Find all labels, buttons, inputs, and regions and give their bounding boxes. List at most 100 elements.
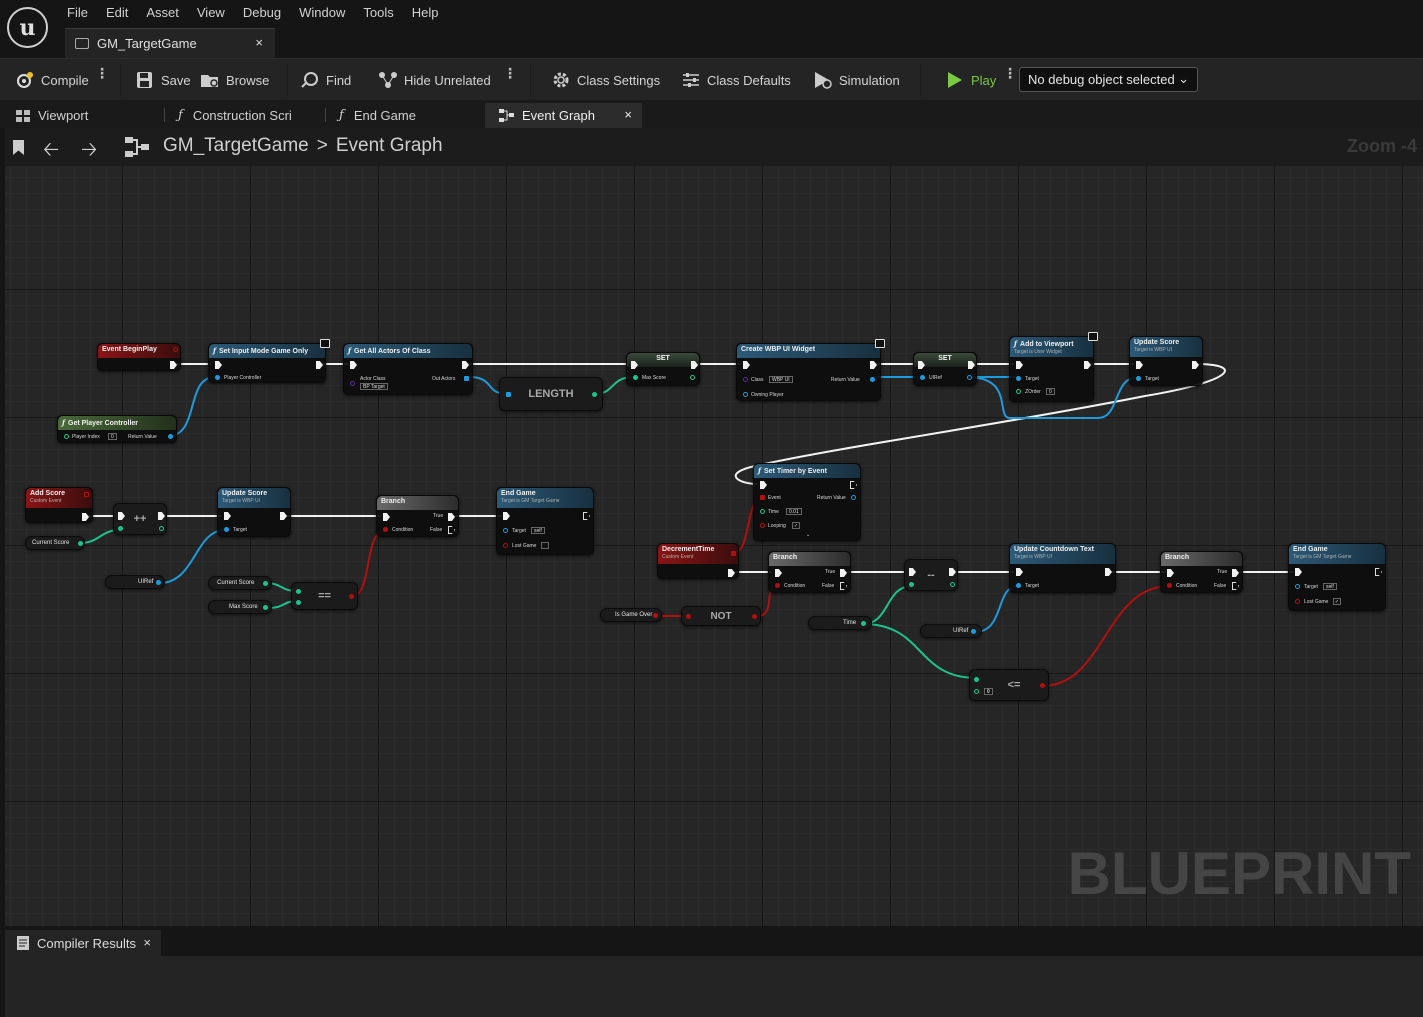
play-options-icon[interactable]: ⋮ [1003, 66, 1017, 80]
breadcrumb-leaf[interactable]: Event Graph [336, 135, 443, 157]
add-to-viewport-node[interactable]: ƒ Add to Viewport Target is User Widget Ta… [1009, 332, 1098, 402]
float-pin[interactable] [974, 689, 979, 694]
bool-pin[interactable] [775, 583, 780, 588]
exec-in-pin[interactable] [224, 512, 231, 520]
looping-checkbox[interactable]: ✓ [792, 522, 800, 529]
delegate-pin[interactable] [84, 492, 89, 497]
exec-out-pin[interactable] [1084, 361, 1091, 369]
exec-out-pin[interactable] [1192, 361, 1199, 369]
max-score-getter[interactable]: Max Score [208, 600, 272, 614]
class-settings-button[interactable]: Class Settings [551, 68, 660, 92]
class-defaults-button[interactable]: Class Defaults [681, 68, 791, 92]
exec-false-pin[interactable] [1232, 582, 1239, 590]
decrement-time-event-node[interactable]: DecrementTime Custom Event [657, 543, 739, 579]
exec-in-pin[interactable] [118, 512, 125, 520]
close-tab-icon[interactable]: × [143, 935, 151, 950]
save-button[interactable]: Save [135, 68, 191, 92]
close-tab-icon[interactable]: × [255, 35, 263, 50]
actor-class-select[interactable]: BP Target [360, 383, 388, 390]
float-out-pin[interactable] [950, 582, 955, 587]
bool-pin[interactable] [1167, 583, 1172, 588]
widget-class-select[interactable]: WBP UI [769, 376, 793, 383]
menu-debug[interactable]: Debug [234, 3, 290, 22]
exec-out-pin[interactable] [949, 568, 956, 576]
tab-construction-script[interactable]: ƒ Construction Scri [164, 103, 324, 128]
add-score-event-node[interactable]: Add Score Custom Event [25, 487, 93, 523]
debug-object-select[interactable]: No debug object selected ⌄ [1019, 67, 1198, 92]
get-player-controller-node[interactable]: ƒ Get Player Controller Player Index 0 Re… [57, 415, 177, 443]
exec-out-pin[interactable] [462, 361, 469, 369]
tab-end-game[interactable]: ƒ End Game [325, 103, 483, 128]
compiler-results-tab[interactable]: Compiler Results × [5, 930, 161, 956]
tab-viewport[interactable]: Viewport [2, 103, 162, 128]
exec-out-pin[interactable] [850, 481, 857, 489]
exec-out-pin[interactable] [170, 361, 177, 369]
compile-options-icon[interactable]: ⋮ [95, 66, 109, 80]
not-node[interactable]: NOT [681, 606, 761, 626]
event-beginplay-node[interactable]: Event BeginPlay [97, 343, 181, 371]
object-pin[interactable] [215, 375, 220, 380]
exec-out-pin[interactable] [870, 361, 877, 369]
int-pin[interactable] [78, 541, 83, 546]
object-pin[interactable] [971, 629, 976, 634]
end-game-node-1[interactable]: End Game Target is GM Target Game Target … [496, 487, 594, 555]
bool-pin[interactable] [383, 527, 388, 532]
time-getter[interactable]: Time [808, 616, 872, 630]
exec-in-pin[interactable] [1016, 568, 1023, 576]
delegate-pin[interactable] [173, 347, 178, 352]
target-input[interactable]: self [531, 527, 545, 534]
hide-unrelated-button[interactable]: Hide Unrelated [378, 68, 491, 92]
current-score-getter[interactable]: Current Score [208, 576, 272, 590]
update-score-node-top[interactable]: Update Score Target is WBP UI Target [1129, 336, 1203, 386]
delegate-pin[interactable] [760, 495, 765, 500]
object-pin[interactable] [156, 580, 161, 585]
array-pin[interactable] [506, 392, 511, 397]
close-tab-icon[interactable]: × [624, 107, 632, 122]
exec-false-pin[interactable] [448, 526, 455, 534]
time-input[interactable]: 0.01 [786, 508, 802, 515]
exec-in-pin[interactable] [775, 569, 782, 577]
event-graph-canvas[interactable]: Event BeginPlay ƒ Set Input Mode Game Onl… [5, 166, 1423, 926]
int-pin[interactable] [263, 605, 268, 610]
set-input-mode-node[interactable]: ƒ Set Input Mode Game Only Player Control… [208, 339, 330, 383]
exec-in-pin[interactable] [1295, 568, 1302, 576]
breadcrumb-root[interactable]: GM_TargetGame [163, 135, 309, 157]
unreal-logo-icon[interactable]: u [7, 7, 48, 48]
menu-file[interactable]: File [58, 3, 97, 22]
uiref-getter[interactable]: UIRef [105, 575, 165, 589]
menu-edit[interactable]: Edit [97, 3, 137, 22]
set-uiref-node[interactable]: SET UIRef [913, 352, 977, 386]
simulation-button[interactable]: Simulation [813, 68, 900, 92]
float-pin[interactable] [760, 509, 765, 514]
bool-pin[interactable] [503, 543, 508, 548]
is-game-over-getter[interactable]: Is Game Over [600, 608, 662, 622]
bool-out-pin[interactable] [752, 614, 757, 619]
branch-node-2[interactable]: Branch True Condition False [768, 551, 851, 593]
current-score-getter[interactable]: Current Score [25, 536, 85, 550]
array-pin[interactable] [464, 376, 469, 381]
bool-out-pin[interactable] [349, 594, 354, 599]
exec-out-pin[interactable] [728, 569, 735, 577]
increment-node[interactable]: ++ [113, 503, 167, 535]
document-tab[interactable]: GM_TargetGame × [65, 28, 275, 58]
object-pin[interactable] [224, 527, 229, 532]
exec-true-pin[interactable] [1232, 569, 1239, 577]
expand-chevron-icon[interactable]: ⌄ [806, 532, 810, 538]
exec-in-pin[interactable] [350, 361, 357, 369]
exec-in-pin[interactable] [503, 512, 510, 520]
int-out-pin[interactable] [159, 526, 164, 531]
end-game-node-2[interactable]: End Game Target is GM Target Game Target … [1288, 543, 1386, 611]
int-pin[interactable] [296, 600, 301, 605]
exec-false-pin[interactable] [840, 582, 847, 590]
int-pin[interactable] [296, 589, 301, 594]
float-pin[interactable] [974, 677, 979, 682]
object-pin[interactable] [743, 392, 748, 397]
exec-in-pin[interactable] [1136, 361, 1143, 369]
int-pin[interactable] [633, 375, 638, 380]
compare-value-input[interactable]: 0 [984, 688, 993, 695]
browse-button[interactable]: Browse [200, 68, 269, 92]
get-all-actors-node[interactable]: ƒ Get All Actors Of Class Actor Class BP … [343, 343, 473, 395]
target-input[interactable]: self [1323, 583, 1337, 590]
menu-asset[interactable]: Asset [137, 3, 188, 22]
class-pin[interactable] [350, 381, 355, 386]
